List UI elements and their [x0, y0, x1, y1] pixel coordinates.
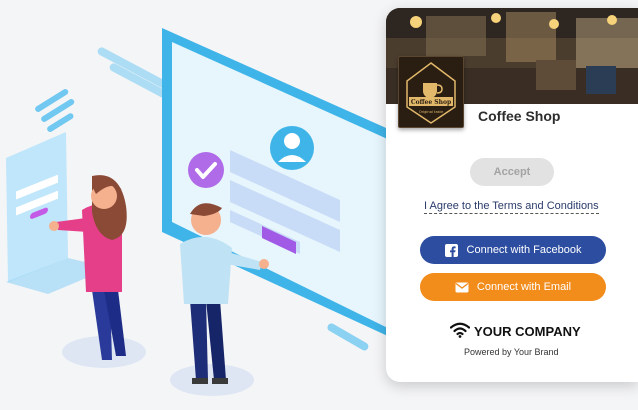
company-name: YOUR COMPANY — [474, 324, 581, 339]
terms-link[interactable]: I Agree to the Terms and Conditions — [424, 200, 599, 214]
shop-name: Coffee Shop — [478, 108, 561, 124]
facebook-icon — [445, 243, 459, 257]
connect-email-label: Connect with Email — [476, 281, 572, 293]
user-avatar-icon — [270, 126, 314, 170]
check-icon — [188, 152, 224, 188]
wifi-icon — [449, 322, 471, 341]
connect-facebook-label: Connect with Facebook — [466, 244, 582, 256]
connect-facebook-button[interactable]: Connect with Facebook — [420, 236, 606, 264]
coffee-shop-logo: Coffee Shop Original taste — [398, 56, 464, 128]
svg-text:Original taste: Original taste — [419, 110, 444, 114]
company-branding: YOUR COMPANY — [449, 322, 581, 341]
envelope-icon — [455, 280, 469, 294]
powered-by-text: Powered by Your Brand — [464, 347, 559, 357]
svg-text:Coffee Shop: Coffee Shop — [411, 99, 451, 106]
captive-portal-card: Coffee Shop Original taste Coffee Shop A… — [386, 8, 638, 382]
connect-email-button[interactable]: Connect with Email — [420, 273, 606, 301]
accept-button[interactable]: Accept — [470, 158, 554, 186]
